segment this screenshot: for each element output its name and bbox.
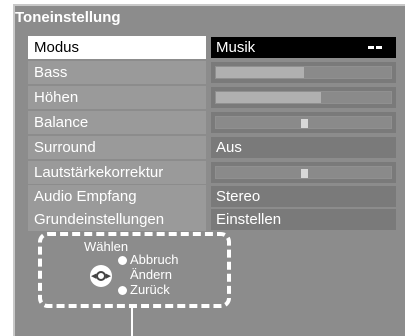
help-title: Wählen (84, 239, 129, 254)
selection-indicator-icon (368, 46, 382, 49)
bullet-icon (118, 256, 127, 265)
menu-row-surround[interactable]: Surround Aus (28, 136, 398, 159)
slider-track (215, 116, 392, 129)
slider-fill (216, 92, 321, 103)
dpad-icon: ◀ ▶ (90, 265, 112, 287)
bullet-icon (118, 286, 127, 295)
help-item-aendern: Ändern (118, 268, 172, 282)
menu-row-grundeinstellungen[interactable]: Grundeinstellungen Einstellen (28, 208, 398, 231)
menu-row-label: Surround (28, 136, 206, 159)
menu-row-label: Lautstärkekorrektur (28, 161, 206, 184)
menu-row-label: Grundeinstellungen (28, 208, 206, 231)
treble-level-slider[interactable] (211, 87, 396, 108)
slider-track (215, 91, 392, 104)
menu-row-lautstaerkekorrektur[interactable]: Lautstärkekorrektur (28, 161, 398, 184)
slider-marker (300, 169, 308, 178)
volume-correction-slider[interactable] (211, 162, 396, 183)
menu-row-value[interactable]: Aus (211, 137, 396, 158)
slider-track (215, 166, 392, 179)
menu-row-bass[interactable]: Bass (28, 61, 398, 84)
menu-row-label: Modus (28, 36, 206, 59)
slider-track (215, 66, 392, 79)
help-item-label: Zurück (130, 282, 170, 297)
menu-row-audio-empfang[interactable]: Audio Empfang Stereo (28, 185, 398, 208)
menu-row-balance[interactable]: Balance (28, 111, 398, 134)
pointer-line (131, 308, 133, 336)
menu-row-value[interactable]: Stereo (211, 186, 396, 207)
slider-fill (216, 67, 304, 78)
help-item-abbruch: Abbruch (118, 253, 178, 267)
menu-row-label: Bass (28, 61, 206, 84)
menu-row-value[interactable]: Musik (211, 37, 396, 58)
menu-row-value[interactable]: Einstellen (211, 209, 396, 230)
menu-row-label: Balance (28, 111, 206, 134)
slider-marker (300, 119, 308, 128)
bass-level-slider[interactable] (211, 62, 396, 83)
menu-row-label: Audio Empfang (28, 185, 206, 208)
panel-title: Toneinstellung (15, 9, 121, 26)
help-item-label: Ändern (130, 267, 172, 282)
remote-help-box: Wählen ◀ ▶ Abbruch Ändern Zurück (38, 232, 231, 308)
menu-row-hoehen[interactable]: Höhen (28, 86, 398, 109)
menu-row-label: Höhen (28, 86, 206, 109)
help-item-zurueck: Zurück (118, 283, 170, 297)
help-item-label: Abbruch (130, 252, 179, 267)
menu-row-value-text: Musik (216, 39, 256, 56)
menu-row-modus[interactable]: Modus Musik (28, 36, 398, 59)
balance-slider[interactable] (211, 112, 396, 133)
